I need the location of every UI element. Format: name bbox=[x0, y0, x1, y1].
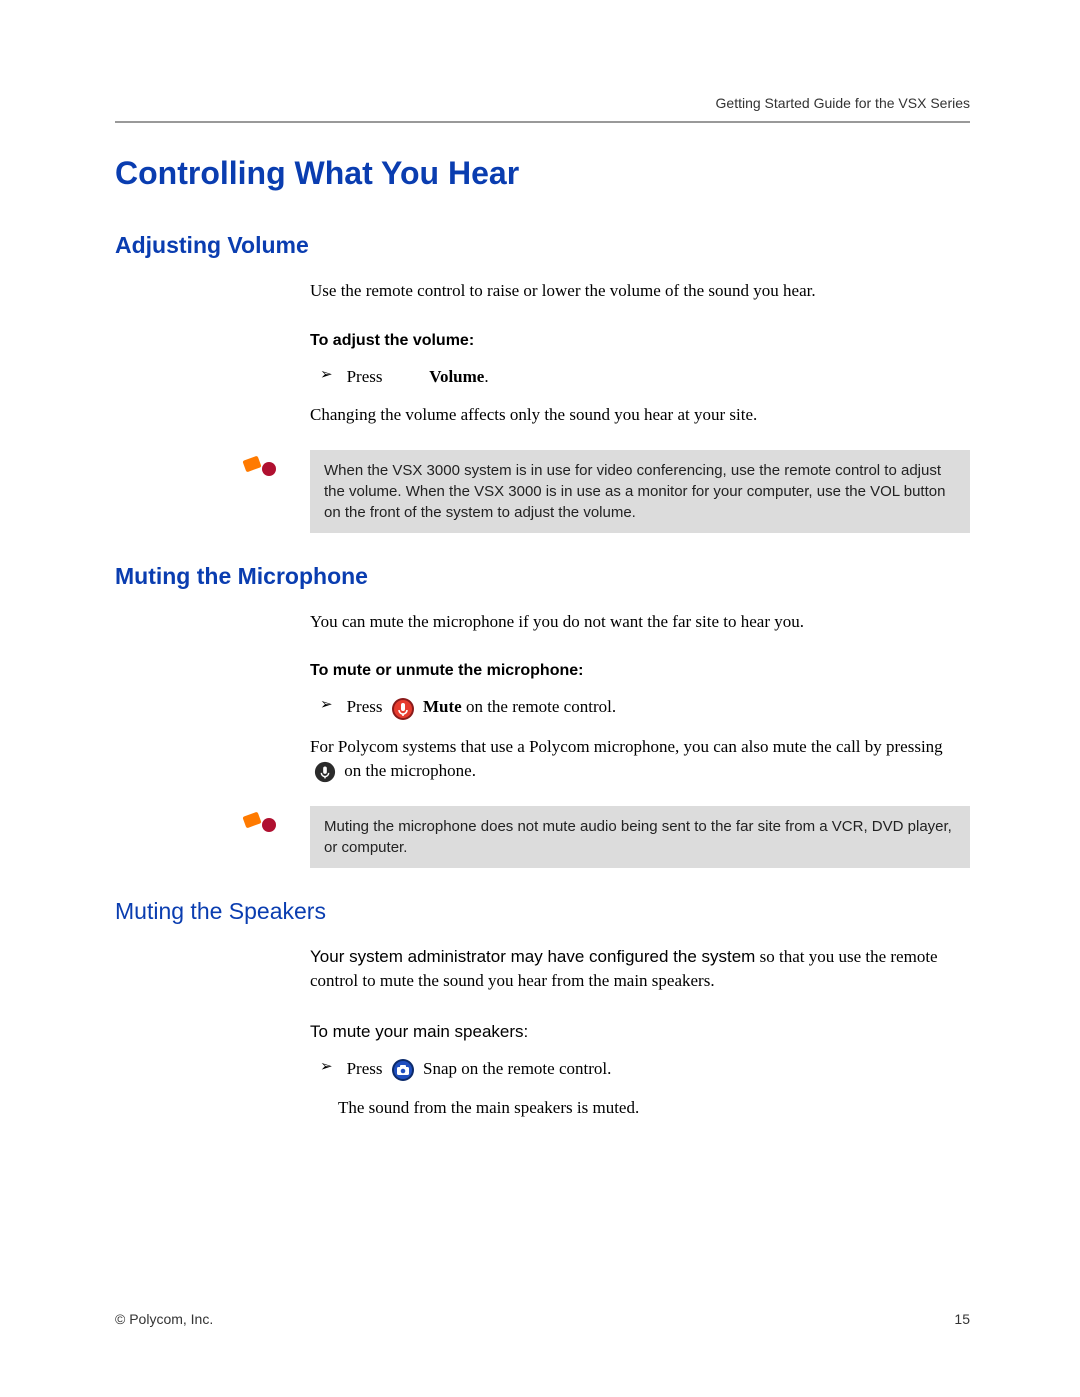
text-period: . bbox=[484, 367, 488, 386]
bullet-content: Press Mute on the remote control. bbox=[347, 694, 617, 720]
page: Getting Started Guide for the VSX Series… bbox=[0, 0, 1080, 1203]
note-row-volume: When the VSX 3000 system is in use for v… bbox=[115, 450, 970, 533]
para-intro-speakers: Your system administrator may have confi… bbox=[310, 945, 970, 994]
mute-button-icon bbox=[391, 697, 415, 721]
text-volume: Volume bbox=[429, 367, 484, 386]
text-mute: Mute bbox=[423, 697, 462, 716]
pushpin-icon bbox=[244, 812, 278, 834]
section-title-muting-speakers: Muting the Speakers bbox=[115, 898, 970, 925]
header-guide-title: Getting Started Guide for the VSX Series bbox=[115, 95, 970, 111]
pushpin-icon bbox=[244, 456, 278, 478]
text-press: Press bbox=[347, 1059, 383, 1078]
header-rule bbox=[115, 121, 970, 123]
footer-copyright: © Polycom, Inc. bbox=[115, 1311, 213, 1327]
text-para2a: For Polycom systems that use a Polycom m… bbox=[310, 737, 943, 756]
section-title-muting-mic: Muting the Microphone bbox=[115, 563, 970, 590]
text-press: Press bbox=[347, 697, 383, 716]
section-body-muting-mic: You can mute the microphone if you do no… bbox=[310, 610, 970, 784]
para-mic-polycom: For Polycom systems that use a Polycom m… bbox=[310, 735, 970, 784]
section-body-muting-speakers: Your system administrator may have confi… bbox=[310, 945, 970, 1121]
note-row-mic: Muting the microphone does not mute audi… bbox=[115, 806, 970, 868]
mic-mute-icon bbox=[314, 761, 336, 783]
bullet-content: Press Volume. bbox=[347, 364, 489, 390]
arrow-icon: ➢ bbox=[320, 364, 333, 387]
text-press: Press bbox=[347, 367, 383, 386]
subhead-mute-speakers: To mute your main speakers: bbox=[310, 1022, 970, 1042]
subhead-mute-mic: To mute or unmute the microphone: bbox=[310, 662, 970, 680]
section-title-adjusting-volume: Adjusting Volume bbox=[115, 232, 970, 259]
note-box-volume: When the VSX 3000 system is in use for v… bbox=[310, 450, 970, 533]
note-box-mic: Muting the microphone does not mute audi… bbox=[310, 806, 970, 868]
arrow-icon: ➢ bbox=[320, 1056, 333, 1079]
bullet-mute-mic: ➢ Press Mute on the remote control. bbox=[320, 694, 970, 720]
page-title: Controlling What You Hear bbox=[115, 155, 970, 192]
text-mute-rest: on the remote control. bbox=[462, 697, 616, 716]
para-after-volume: Changing the volume affects only the sou… bbox=[310, 403, 970, 428]
section-body-adjusting-volume: Use the remote control to raise or lower… bbox=[310, 279, 970, 428]
note-icon-cell bbox=[115, 806, 310, 834]
text-para2b: on the microphone. bbox=[344, 761, 476, 780]
note-icon-cell bbox=[115, 450, 310, 478]
para-intro-volume: Use the remote control to raise or lower… bbox=[310, 279, 970, 304]
bullet-adjust-volume: ➢ Press Volume. bbox=[320, 364, 970, 390]
snap-button-icon bbox=[391, 1058, 415, 1082]
para-speakers-result: The sound from the main speakers is mute… bbox=[338, 1096, 970, 1121]
footer: © Polycom, Inc. 15 bbox=[115, 1311, 970, 1327]
subhead-adjust-volume: To adjust the volume: bbox=[310, 332, 970, 350]
arrow-icon: ➢ bbox=[320, 694, 333, 717]
bullet-content: Press Snap on the remote control. bbox=[347, 1056, 612, 1082]
bullet-mute-speakers: ➢ Press Snap on the remote control. bbox=[320, 1056, 970, 1082]
text-snap: Snap on the remote control. bbox=[423, 1059, 611, 1078]
para-intro-mic: You can mute the microphone if you do no… bbox=[310, 610, 970, 635]
text-intro-a: Your system administrator may have confi… bbox=[310, 947, 755, 966]
footer-page-number: 15 bbox=[954, 1311, 970, 1327]
